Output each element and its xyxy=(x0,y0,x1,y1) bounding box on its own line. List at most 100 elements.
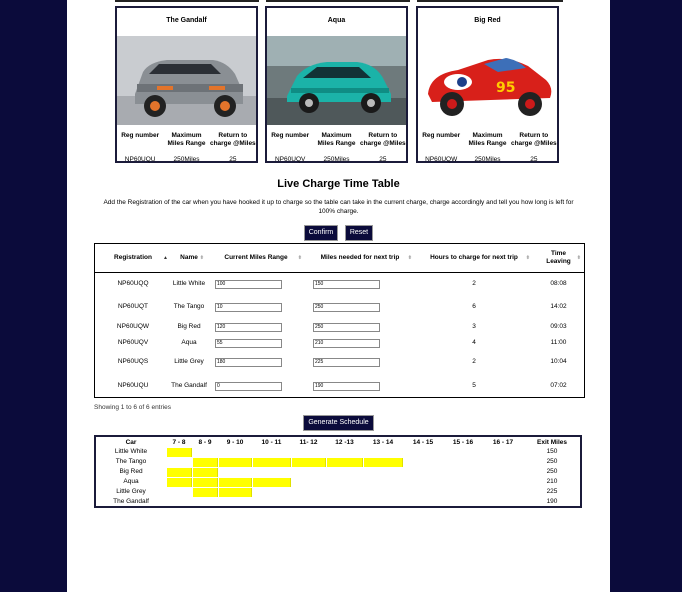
time-leaving-cell: 11:00 xyxy=(550,339,567,346)
current-range-input[interactable]: 180 xyxy=(215,357,282,367)
current-range-input[interactable]: 100 xyxy=(215,279,282,289)
name-cell: Little Grey xyxy=(174,358,204,365)
miles-needed-input[interactable]: 210 xyxy=(313,338,380,348)
range-header: Maximum Miles Range xyxy=(167,132,206,147)
range-header: Maximum Miles Range xyxy=(317,132,356,147)
reg-header: Reg number xyxy=(271,132,310,139)
name-cell: Aqua xyxy=(181,339,197,346)
range-header: Maximum Miles Range xyxy=(468,132,507,147)
schedule-grid: Car 7 - 8 8 - 9 9 - 10 10 - 11 11- 12 12… xyxy=(94,435,582,508)
schedule-exit-miles: 225 xyxy=(546,488,558,495)
return-value: 25 xyxy=(229,156,237,163)
divider xyxy=(266,0,410,2)
slot-header: 15 - 16 xyxy=(452,439,474,446)
slot-header: 7 - 8 xyxy=(172,439,186,446)
column-header-hours-to-charge[interactable]: Hours to charge for next trip ⬍ xyxy=(415,244,533,272)
registration-cell: NP60UQV xyxy=(117,339,149,346)
column-header-label: Name xyxy=(180,254,198,261)
column-header-miles-needed[interactable]: Miles needed for next trip ⬍ xyxy=(305,244,415,272)
timetable-description: Add the Registration of the car when you… xyxy=(103,199,574,215)
page-content: The Gandalf Reg number Maximum Miles Ran… xyxy=(67,0,610,592)
charge-slot-bar xyxy=(193,488,218,497)
slot-header: 12 -13 xyxy=(335,439,354,446)
schedule-exit-miles: 190 xyxy=(546,498,558,505)
divider xyxy=(115,0,259,2)
car-card-title: Big Red xyxy=(474,17,501,24)
charge-slot-bar xyxy=(253,458,291,467)
charge-slot-bar xyxy=(219,478,252,487)
time-leaving-cell: 07:02 xyxy=(550,382,567,389)
table-row: NP60UQQ Little White 100 150 2 08:08 xyxy=(95,274,584,294)
car-card-aqua: Aqua Reg number Maximum Miles Range Retu… xyxy=(265,6,408,163)
registration-cell: NP60UQT xyxy=(118,303,148,310)
sort-icon: ⬍ xyxy=(407,255,412,261)
miles-needed-input[interactable]: 250 xyxy=(313,302,380,312)
current-range-input[interactable]: 10 xyxy=(215,302,282,312)
miles-needed-input[interactable]: 150 xyxy=(313,279,380,289)
slot-header: 10 - 11 xyxy=(261,439,282,446)
current-range-input[interactable]: 55 xyxy=(215,338,282,348)
reg-value: NP60UQV xyxy=(274,156,306,163)
reg-value: NP60UQW xyxy=(425,156,458,163)
column-header-name[interactable]: Name ⬍ xyxy=(171,244,207,272)
hours-cell: 5 xyxy=(472,382,476,389)
reset-button[interactable]: Reset xyxy=(345,225,373,241)
schedule-row: The Tango 250 xyxy=(96,458,580,467)
return-header: Return to charge @Miles xyxy=(510,132,557,147)
column-header-registration[interactable]: Registration ▲ xyxy=(95,244,171,272)
schedule-row: Little White 150 xyxy=(96,448,580,457)
current-range-input[interactable]: 0 xyxy=(215,381,282,391)
timetable-title: Live Charge Time Table xyxy=(277,178,400,190)
range-value: 250Miles xyxy=(474,156,501,163)
schedule-row: Big Red 250 xyxy=(96,468,580,477)
generate-schedule-button[interactable]: Generate Schedule xyxy=(303,415,374,431)
car-image-teal-hatchback xyxy=(267,36,406,125)
exit-miles-header: Exit Miles xyxy=(537,439,567,446)
charge-slot-bar xyxy=(327,458,363,467)
column-header-label: Hours to charge for next trip xyxy=(430,254,518,261)
schedule-row: Aqua 210 xyxy=(96,478,580,487)
charge-table: Registration ▲ Name ⬍ Current Miles Range ⬍… xyxy=(94,243,585,398)
schedule-car-name: Big Red xyxy=(119,468,143,475)
charge-slot-bar xyxy=(193,478,218,487)
time-leaving-cell: 08:08 xyxy=(550,280,567,287)
return-value: 25 xyxy=(530,156,538,163)
slot-header: 11- 12 xyxy=(299,439,318,446)
registration-cell: NP60UQS xyxy=(117,358,149,365)
sort-icon: ⬍ xyxy=(297,255,302,261)
name-cell: The Tango xyxy=(173,303,205,310)
confirm-button[interactable]: Confirm xyxy=(304,225,338,241)
car-image-grey-suv xyxy=(117,36,256,125)
charge-slot-bar xyxy=(167,468,192,477)
name-cell: The Gandalf xyxy=(171,382,207,389)
schedule-car-name: Aqua xyxy=(123,478,139,485)
reg-header: Reg number xyxy=(121,132,160,139)
table-row: NP60UQS Little Grey 180 225 2 10:04 xyxy=(95,352,584,372)
schedule-row: Little Grey 225 xyxy=(96,488,580,497)
return-header: Return to charge @Miles xyxy=(209,132,256,147)
table-row: NP60UQT The Tango 10 250 6 14:02 xyxy=(95,297,584,317)
charge-slot-bar xyxy=(193,458,218,467)
table-info: Showing 1 to 6 of 6 entries xyxy=(94,404,171,411)
slot-header: 9 - 10 xyxy=(226,439,244,446)
table-header-row: Registration ▲ Name ⬍ Current Miles Range ⬍… xyxy=(95,244,584,273)
column-header-time-leaving[interactable]: Time Leaving ⬍ xyxy=(533,244,584,272)
schedule-car-name: The Tango xyxy=(115,458,147,465)
table-row: NP60UQW Big Red 120 250 3 09:03 xyxy=(95,320,584,334)
current-range-input[interactable]: 120 xyxy=(215,322,282,332)
name-cell: Big Red xyxy=(177,323,201,330)
time-leaving-cell: 09:03 xyxy=(550,323,567,330)
charge-slot-bar xyxy=(364,458,403,467)
charge-slot-bar xyxy=(193,468,218,477)
column-header-current-range[interactable]: Current Miles Range ⬍ xyxy=(207,244,305,272)
hours-cell: 4 xyxy=(472,339,476,346)
column-header-label: Registration xyxy=(114,254,152,261)
charge-slot-bar xyxy=(219,458,252,467)
registration-cell: NP60UQW xyxy=(116,323,150,330)
column-header-label: Current Miles Range xyxy=(224,254,288,261)
miles-needed-input[interactable]: 190 xyxy=(313,381,380,391)
time-leaving-cell: 10:04 xyxy=(550,358,567,365)
miles-needed-input[interactable]: 250 xyxy=(313,322,380,332)
schedule-car-name: Little Grey xyxy=(116,488,146,495)
miles-needed-input[interactable]: 225 xyxy=(313,357,380,367)
